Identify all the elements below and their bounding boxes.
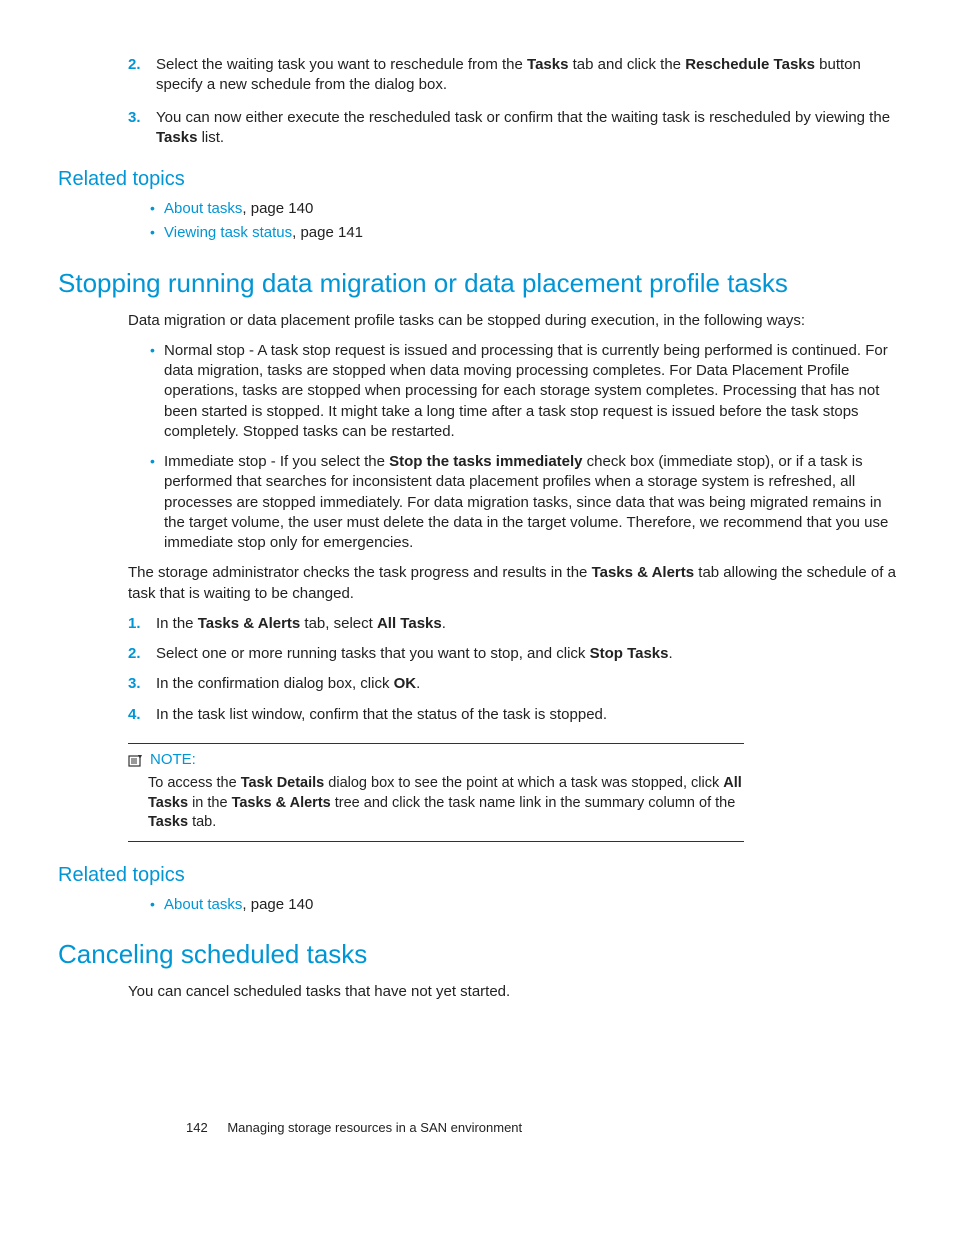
step-2: 2. Select the waiting task you want to r…: [128, 55, 896, 96]
note-rule-bottom: [128, 841, 744, 842]
step-number: 2.: [128, 55, 141, 75]
note-body: To access the Task Details dialog box to…: [148, 774, 744, 833]
related-topic-item: About tasks, page 140: [150, 199, 896, 219]
note-icon: [128, 753, 144, 767]
step-text: Select the waiting task you want to resc…: [156, 56, 861, 93]
proc-step-1: 1.In the Tasks & Alerts tab, select All …: [128, 614, 896, 634]
procedure-steps: 1.In the Tasks & Alerts tab, select All …: [58, 614, 896, 725]
section-heading-canceling: Canceling scheduled tasks: [58, 937, 896, 972]
note-label: NOTE:: [150, 750, 196, 770]
related-topics-list: About tasks, page 140 Viewing task statu…: [58, 199, 896, 244]
step-text: You can now either execute the reschedul…: [156, 109, 890, 146]
note-header: NOTE:: [128, 750, 744, 770]
way-immediate-stop: Immediate stop - If you select the Stop …: [150, 452, 896, 553]
note-rule-top: [128, 743, 744, 744]
link-viewing-task-status[interactable]: Viewing task status: [164, 224, 292, 241]
related-topics-heading: Related topics: [58, 166, 896, 193]
continued-ordered-list: 2. Select the waiting task you want to r…: [58, 55, 896, 148]
way-normal-stop: Normal stop - A task stop request is iss…: [150, 341, 896, 442]
related-topics-list-2: About tasks, page 140: [58, 895, 896, 915]
related-topics-heading-2: Related topics: [58, 862, 896, 889]
step-number: 3.: [128, 108, 141, 128]
related-topic-item: Viewing task status, page 141: [150, 223, 896, 243]
footer-title: Managing storage resources in a SAN envi…: [227, 1120, 522, 1135]
proc-step-2: 2.Select one or more running tasks that …: [128, 644, 896, 664]
link-about-tasks-2[interactable]: About tasks: [164, 896, 242, 913]
page-footer: 142 Managing storage resources in a SAN …: [186, 1119, 522, 1137]
cancel-paragraph: You can cancel scheduled tasks that have…: [128, 982, 896, 1002]
ways-list: Normal stop - A task stop request is iss…: [58, 341, 896, 554]
related-topic-item: About tasks, page 140: [150, 895, 896, 915]
page-number: 142: [186, 1120, 208, 1135]
step-3: 3. You can now either execute the resche…: [128, 108, 896, 149]
link-about-tasks[interactable]: About tasks: [164, 200, 242, 217]
intro-paragraph: Data migration or data placement profile…: [128, 311, 896, 331]
section-heading-stopping: Stopping running data migration or data …: [58, 266, 896, 301]
admin-paragraph: The storage administrator checks the tas…: [128, 563, 896, 604]
proc-step-4: 4.In the task list window, confirm that …: [128, 705, 896, 725]
proc-step-3: 3.In the confirmation dialog box, click …: [128, 674, 896, 694]
note-block: NOTE: To access the Task Details dialog …: [128, 743, 744, 842]
